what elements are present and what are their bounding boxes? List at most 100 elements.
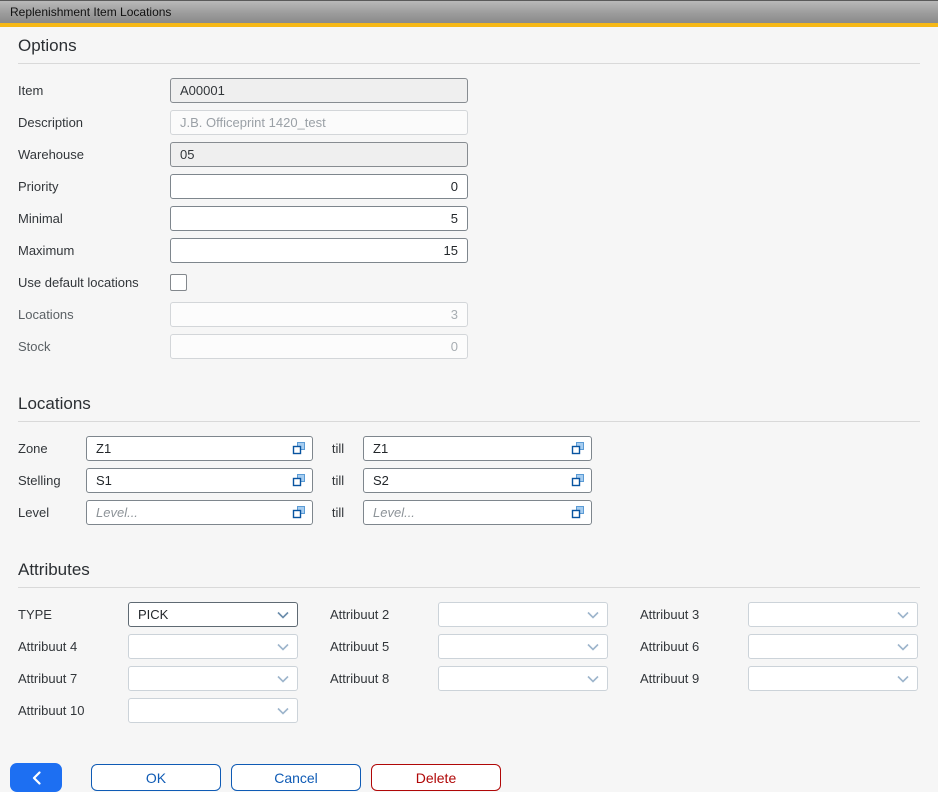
attribuut-6-label: Attribuut 6 <box>640 639 748 654</box>
till-label: till <box>313 505 363 520</box>
type-label: TYPE <box>18 607 128 622</box>
level-label: Level <box>18 505 86 520</box>
minimal-input[interactable]: 5 <box>170 206 468 231</box>
window-titlebar: Replenishment Item Locations <box>0 0 938 23</box>
attribuut-5-label: Attribuut 5 <box>330 639 438 654</box>
level-from-wrap <box>86 500 313 525</box>
value-help-icon[interactable] <box>571 505 585 519</box>
footer-toolbar: OK Cancel Delete <box>10 763 938 792</box>
attribuut-10-dropdown[interactable] <box>128 698 298 723</box>
minimal-row: Minimal 5 <box>18 206 920 231</box>
stelling-to-wrap <box>363 468 592 493</box>
chevron-down-icon <box>897 643 909 651</box>
zone-from-input[interactable] <box>86 436 313 461</box>
chevron-down-icon <box>587 611 599 619</box>
type-dropdown[interactable]: PICK <box>128 602 298 627</box>
level-from-input[interactable] <box>86 500 313 525</box>
maximum-label: Maximum <box>18 243 170 258</box>
stelling-from-wrap <box>86 468 313 493</box>
chevron-down-icon <box>277 707 289 715</box>
chevron-down-icon <box>277 643 289 651</box>
back-button[interactable] <box>10 763 62 792</box>
stelling-label: Stelling <box>18 473 86 488</box>
warehouse-label: Warehouse <box>18 147 170 162</box>
attribuut-5-dropdown[interactable] <box>438 634 608 659</box>
item-row: Item A00001 <box>18 78 920 103</box>
attribuut-7-label: Attribuut 7 <box>18 671 128 686</box>
zone-to-input[interactable] <box>363 436 592 461</box>
attribuut-3-label: Attribuut 3 <box>640 607 748 622</box>
minimal-label: Minimal <box>18 211 170 226</box>
options-section: Options Item A00001 Description J.B. Off… <box>0 27 938 359</box>
use-default-locations-checkbox[interactable] <box>170 274 187 291</box>
value-help-icon[interactable] <box>292 441 306 455</box>
attribuut-4-dropdown[interactable] <box>128 634 298 659</box>
use-default-locations-label: Use default locations <box>18 275 170 290</box>
zone-row: Zone till <box>18 436 920 461</box>
description-label: Description <box>18 115 170 130</box>
attribuut-6-dropdown[interactable] <box>748 634 918 659</box>
priority-input[interactable]: 0 <box>170 174 468 199</box>
zone-from-wrap <box>86 436 313 461</box>
warehouse-row: Warehouse 05 <box>18 142 920 167</box>
item-label: Item <box>18 83 170 98</box>
priority-row: Priority 0 <box>18 174 920 199</box>
attribuut-10-label: Attribuut 10 <box>18 703 128 718</box>
attributes-section: Attributes TYPE PICK Attribuut 2 Attribu… <box>0 551 938 723</box>
attribuut-7-dropdown[interactable] <box>128 666 298 691</box>
value-help-icon[interactable] <box>571 441 585 455</box>
locations-heading: Locations <box>18 385 920 422</box>
attributes-row-3: Attribuut 7 Attribuut 8 Attribuut 9 <box>18 666 920 691</box>
stelling-from-input[interactable] <box>86 468 313 493</box>
level-to-input[interactable] <box>363 500 592 525</box>
till-label: till <box>313 473 363 488</box>
description-field: J.B. Officeprint 1420_test <box>170 110 468 135</box>
level-row: Level till <box>18 500 920 525</box>
chevron-down-icon <box>897 611 909 619</box>
stelling-row: Stelling till <box>18 468 920 493</box>
maximum-row: Maximum 15 <box>18 238 920 263</box>
zone-to-wrap <box>363 436 592 461</box>
attribuut-3-dropdown[interactable] <box>748 602 918 627</box>
chevron-down-icon <box>277 675 289 683</box>
attribuut-2-dropdown[interactable] <box>438 602 608 627</box>
locations-count-field: 3 <box>170 302 468 327</box>
value-help-icon[interactable] <box>292 473 306 487</box>
attribuut-9-dropdown[interactable] <box>748 666 918 691</box>
attributes-row-1: TYPE PICK Attribuut 2 Attribuut 3 <box>18 602 920 627</box>
back-chevron-icon <box>32 771 41 785</box>
attributes-row-4: Attribuut 10 <box>18 698 920 723</box>
stock-field: 0 <box>170 334 468 359</box>
use-default-locations-row: Use default locations <box>18 270 920 295</box>
warehouse-field: 05 <box>170 142 468 167</box>
type-dropdown-value: PICK <box>138 607 168 622</box>
value-help-icon[interactable] <box>571 473 585 487</box>
stelling-to-input[interactable] <box>363 468 592 493</box>
window-title: Replenishment Item Locations <box>10 5 171 19</box>
attribuut-8-dropdown[interactable] <box>438 666 608 691</box>
stock-row: Stock 0 <box>18 334 920 359</box>
value-help-icon[interactable] <box>292 505 306 519</box>
level-to-wrap <box>363 500 592 525</box>
item-field: A00001 <box>170 78 468 103</box>
chevron-down-icon <box>587 675 599 683</box>
chevron-down-icon <box>897 675 909 683</box>
till-label: till <box>313 441 363 456</box>
locations-count-row: Locations 3 <box>18 302 920 327</box>
attributes-heading: Attributes <box>18 551 920 588</box>
zone-label: Zone <box>18 441 86 456</box>
attribuut-4-label: Attribuut 4 <box>18 639 128 654</box>
priority-label: Priority <box>18 179 170 194</box>
stock-label: Stock <box>18 339 170 354</box>
locations-section: Locations Zone till Stelling <box>0 385 938 525</box>
attributes-row-2: Attribuut 4 Attribuut 5 Attribuut 6 <box>18 634 920 659</box>
locations-count-label: Locations <box>18 307 170 322</box>
attribuut-2-label: Attribuut 2 <box>330 607 438 622</box>
maximum-input[interactable]: 15 <box>170 238 468 263</box>
options-heading: Options <box>18 27 920 64</box>
description-row: Description J.B. Officeprint 1420_test <box>18 110 920 135</box>
attribuut-8-label: Attribuut 8 <box>330 671 438 686</box>
attribuut-9-label: Attribuut 9 <box>640 671 748 686</box>
chevron-down-icon <box>277 611 289 619</box>
chevron-down-icon <box>587 643 599 651</box>
